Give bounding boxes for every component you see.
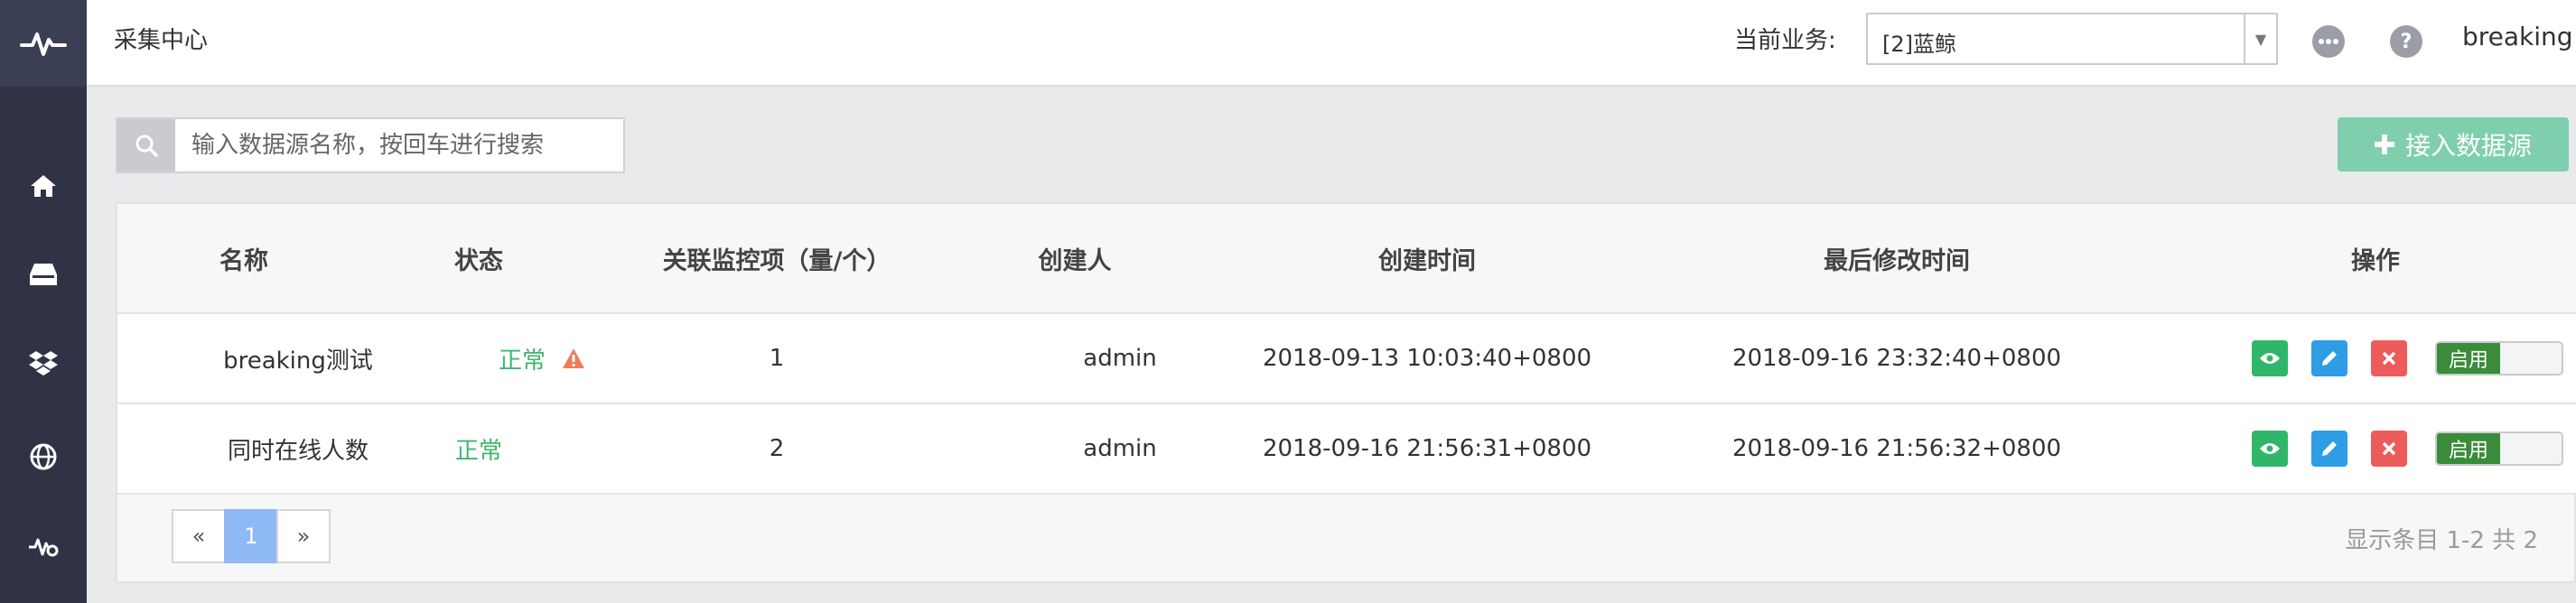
table-row: 同时在线人数 正常 2 admin 2018-09-16 21:56:31+08… bbox=[117, 404, 2576, 495]
dropbox-icon bbox=[29, 351, 58, 376]
column-header-created: 创建时间 bbox=[1378, 246, 1476, 275]
sidebar-item-home[interactable] bbox=[0, 159, 87, 213]
enable-toggle[interactable]: 启用 bbox=[2435, 431, 2563, 466]
eye-icon bbox=[2260, 443, 2280, 454]
business-select[interactable]: [2]蓝鲸 ▼ bbox=[1866, 13, 2278, 65]
inbox-icon bbox=[30, 264, 57, 285]
cell-name: 同时在线人数 bbox=[227, 437, 369, 465]
search-icon[interactable] bbox=[117, 119, 175, 172]
cell-count: 2 bbox=[769, 435, 785, 462]
cell-created: 2018-09-13 10:03:40+0800 bbox=[1262, 345, 1592, 372]
more-icon[interactable] bbox=[2312, 25, 2345, 58]
table-header-row: 名称 状态 关联监控项（量/个） 创建人 创建时间 最后修改时间 操作 bbox=[117, 204, 2576, 314]
add-datasource-button[interactable]: 接入数据源 bbox=[2338, 117, 2569, 172]
sidebar-item-network[interactable] bbox=[0, 430, 87, 484]
cell-count: 1 bbox=[769, 345, 785, 372]
status-text: 正常 bbox=[454, 437, 502, 465]
monitor-settings-icon bbox=[29, 538, 59, 557]
edit-button[interactable] bbox=[2311, 431, 2347, 467]
column-header-name: 名称 bbox=[219, 246, 268, 275]
search-input[interactable] bbox=[175, 119, 623, 172]
view-button[interactable] bbox=[2252, 431, 2288, 467]
cell-modified: 2018-09-16 23:32:40+0800 bbox=[1731, 345, 2062, 372]
column-header-status: 状态 bbox=[454, 246, 503, 275]
add-datasource-label: 接入数据源 bbox=[2404, 131, 2532, 161]
globe-icon bbox=[30, 443, 57, 470]
business-label: 当前业务: bbox=[1734, 27, 1836, 54]
page-1-button[interactable]: 1 bbox=[224, 509, 278, 563]
cell-actions: 启用 bbox=[2105, 404, 2576, 493]
pagination: « 1 » bbox=[172, 509, 331, 563]
pagination-summary: 显示条目 1-2 共 2 bbox=[2345, 527, 2538, 554]
cell-modified: 2018-09-16 21:56:32+0800 bbox=[1731, 435, 2062, 462]
top-header: 采集中心 当前业务: [2]蓝鲸 ▼ ? breaking bbox=[87, 0, 2576, 87]
sidebar-item-inbox[interactable] bbox=[0, 247, 87, 302]
sidebar bbox=[0, 0, 87, 603]
datasource-table-panel: 名称 状态 关联监控项（量/个） 创建人 创建时间 最后修改时间 操作 brea… bbox=[116, 202, 2576, 583]
next-page-button[interactable]: » bbox=[276, 509, 331, 563]
cell-created: 2018-09-16 21:56:31+0800 bbox=[1262, 435, 1592, 462]
warning-icon[interactable] bbox=[562, 348, 585, 369]
cell-status: 正常 bbox=[425, 404, 533, 493]
business-select-value: [2]蓝鲸 bbox=[1882, 32, 1956, 57]
pencil-icon bbox=[2322, 441, 2337, 456]
table-row: breaking测试 正常 1 admin 2018-09-13 10:03:4… bbox=[117, 314, 2576, 404]
cell-actions: 启用 bbox=[2105, 314, 2576, 403]
cell-name: breaking测试 bbox=[223, 347, 373, 375]
delete-button[interactable] bbox=[2371, 431, 2407, 467]
pulse-logo-icon bbox=[20, 32, 67, 56]
delete-button[interactable] bbox=[2371, 340, 2407, 376]
status-text: 正常 bbox=[498, 347, 546, 375]
pencil-icon bbox=[2322, 351, 2337, 366]
close-icon bbox=[2382, 441, 2396, 456]
column-header-modified: 最后修改时间 bbox=[1824, 246, 1970, 275]
home-icon bbox=[31, 175, 56, 197]
enable-toggle[interactable]: 启用 bbox=[2435, 341, 2563, 376]
app-logo[interactable] bbox=[0, 0, 87, 87]
close-icon bbox=[2382, 351, 2396, 366]
toggle-label: 启用 bbox=[2437, 433, 2500, 464]
column-header-creator: 创建人 bbox=[1038, 246, 1112, 275]
help-icon[interactable]: ? bbox=[2390, 25, 2422, 58]
prev-page-button[interactable]: « bbox=[172, 509, 226, 563]
plus-icon bbox=[2374, 135, 2394, 154]
sidebar-item-monitor[interactable] bbox=[0, 518, 87, 572]
toggle-label: 启用 bbox=[2437, 343, 2500, 374]
column-header-count: 关联监控项（量/个） bbox=[662, 246, 891, 275]
sidebar-item-apps[interactable] bbox=[0, 336, 87, 390]
eye-icon bbox=[2260, 353, 2280, 364]
edit-button[interactable] bbox=[2311, 340, 2347, 376]
chevron-down-icon: ▼ bbox=[2244, 14, 2276, 63]
page-title: 采集中心 bbox=[114, 27, 209, 54]
search-box bbox=[116, 117, 625, 173]
view-button[interactable] bbox=[2252, 340, 2288, 376]
username[interactable]: breaking bbox=[2462, 22, 2573, 51]
column-header-actions: 操作 bbox=[2351, 246, 2400, 275]
